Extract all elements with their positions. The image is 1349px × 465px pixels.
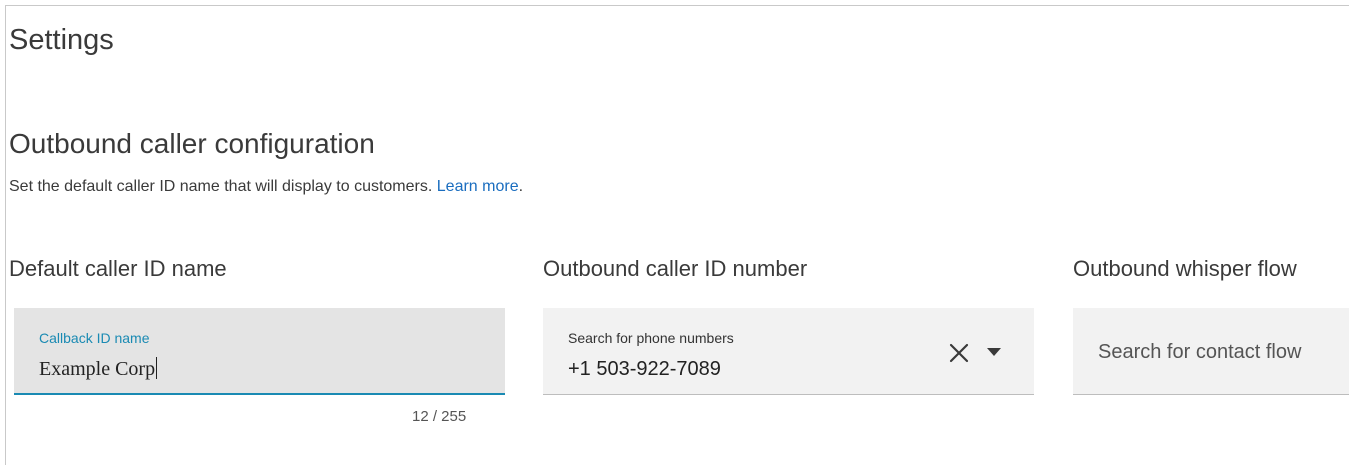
caret-down-icon[interactable] xyxy=(986,346,1002,358)
phone-number-float-label: Search for phone numbers xyxy=(568,330,734,346)
phone-number-value: +1 503-922-7089 xyxy=(568,358,721,380)
callback-id-name-field[interactable]: Callback ID name Example Corp xyxy=(14,308,505,395)
contact-flow-search[interactable]: Search for contact flow xyxy=(1073,308,1349,395)
section-description: Set the default caller ID name that will… xyxy=(9,178,523,196)
learn-more-link[interactable]: Learn more xyxy=(437,178,519,195)
section-title: Outbound caller configuration xyxy=(9,128,375,159)
callback-id-name-input[interactable]: Example Corp xyxy=(39,357,158,381)
close-icon[interactable] xyxy=(947,341,971,365)
default-caller-id-name-label: Default caller ID name xyxy=(9,256,227,281)
page-title: Settings xyxy=(9,24,114,56)
section-description-text: Set the default caller ID name that will… xyxy=(9,178,433,195)
description-period: . xyxy=(518,178,524,195)
text-cursor xyxy=(156,357,158,379)
contact-flow-placeholder: Search for contact flow xyxy=(1098,341,1302,363)
settings-panel xyxy=(5,5,1349,465)
character-counter: 12 / 255 xyxy=(412,408,467,425)
callback-id-name-float-label: Callback ID name xyxy=(39,330,150,346)
callback-id-name-value: Example Corp xyxy=(39,358,156,380)
outbound-whisper-flow-label: Outbound whisper flow xyxy=(1073,256,1297,281)
phone-number-select[interactable]: Search for phone numbers +1 503-922-7089 xyxy=(543,308,1034,395)
outbound-caller-id-number-label: Outbound caller ID number xyxy=(543,256,808,281)
